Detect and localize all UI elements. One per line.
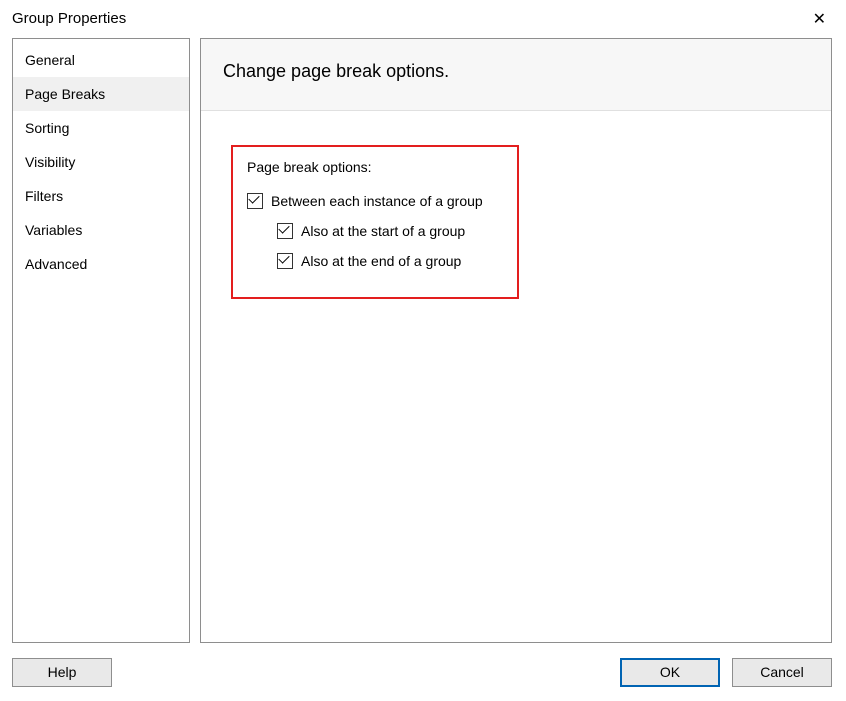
checkbox-between-instance[interactable]	[247, 193, 263, 209]
page-break-options-label: Page break options:	[247, 159, 483, 175]
button-row: Help OK Cancel	[12, 657, 832, 687]
checkbox-label: Between each instance of a group	[271, 193, 483, 209]
content-header: Change page break options.	[201, 39, 831, 111]
cancel-button[interactable]: Cancel	[732, 658, 832, 687]
sidebar-item-label: General	[25, 52, 75, 68]
sidebar-item-variables[interactable]: Variables	[13, 213, 189, 247]
checkbox-label: Also at the end of a group	[301, 253, 461, 269]
checkbox-row-between-instance: Between each instance of a group	[247, 193, 483, 209]
sidebar-item-label: Advanced	[25, 256, 87, 272]
dialog-body: General Page Breaks Sorting Visibility F…	[12, 38, 832, 643]
sidebar-item-sorting[interactable]: Sorting	[13, 111, 189, 145]
sidebar-item-label: Sorting	[25, 120, 69, 136]
sidebar-item-label: Visibility	[25, 154, 75, 170]
sidebar-item-visibility[interactable]: Visibility	[13, 145, 189, 179]
content-body: Page break options: Between each instanc…	[201, 111, 831, 299]
checkbox-row-start-group: Also at the start of a group	[277, 223, 483, 239]
sidebar-item-label: Page Breaks	[25, 86, 105, 102]
checkbox-start-group[interactable]	[277, 223, 293, 239]
sidebar-item-filters[interactable]: Filters	[13, 179, 189, 213]
sidebar-item-advanced[interactable]: Advanced	[13, 247, 189, 281]
title-bar: Group Properties ✕	[0, 0, 846, 38]
content-panel: Change page break options. Page break op…	[200, 38, 832, 643]
highlight-box: Page break options: Between each instanc…	[231, 145, 519, 299]
close-icon[interactable]: ✕	[805, 5, 834, 33]
checkbox-end-group[interactable]	[277, 253, 293, 269]
checkbox-label: Also at the start of a group	[301, 223, 465, 239]
sidebar-item-label: Variables	[25, 222, 82, 238]
dialog-title: Group Properties	[12, 10, 126, 27]
help-button[interactable]: Help	[12, 658, 112, 687]
sidebar-item-label: Filters	[25, 188, 63, 204]
sidebar-item-page-breaks[interactable]: Page Breaks	[13, 77, 189, 111]
sidebar-item-general[interactable]: General	[13, 43, 189, 77]
ok-button[interactable]: OK	[620, 658, 720, 687]
checkbox-row-end-group: Also at the end of a group	[277, 253, 483, 269]
sidebar: General Page Breaks Sorting Visibility F…	[12, 38, 190, 643]
